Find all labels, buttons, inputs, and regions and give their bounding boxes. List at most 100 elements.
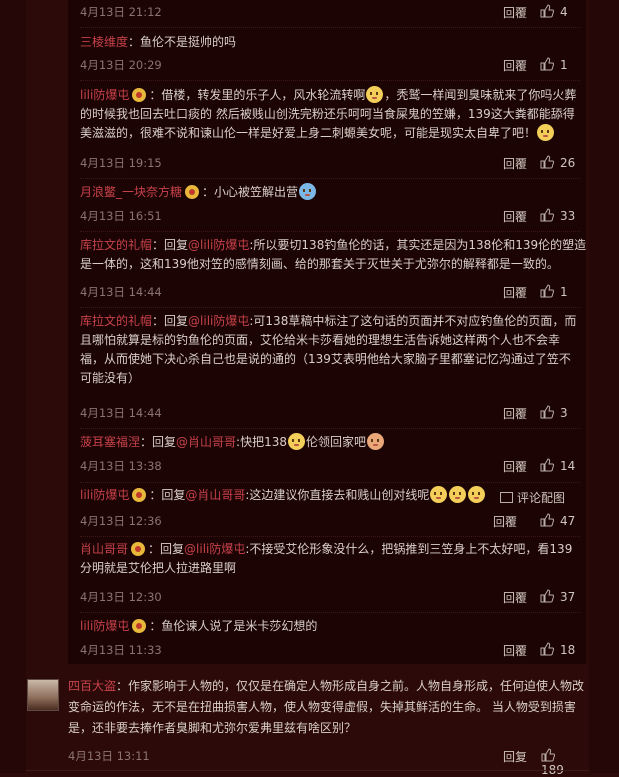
view-image-button[interactable]: 评论配图: [500, 489, 565, 506]
username-link[interactable]: 三棱维度: [80, 35, 128, 49]
reply-divider: [80, 178, 580, 179]
smiley-face-emoji-icon: [468, 486, 486, 503]
reply-divider: [80, 428, 580, 429]
smiley-face-emoji-icon: [449, 486, 467, 503]
mention-link[interactable]: @肖山哥哥: [176, 435, 236, 449]
comment-text-line: 四百大盗：作家影响于人物的，仅仅是在确定人物形成自身之前。人物自身形成，任何迫使…: [68, 676, 593, 697]
vip-badge-icon: [131, 542, 146, 556]
username-link[interactable]: 库拉文的礼帽: [80, 314, 152, 328]
thumbs-up-icon: [540, 4, 555, 18]
reply-meta: 4月13日 11:33 回覆 18: [80, 642, 580, 658]
reply-divider: [80, 612, 580, 613]
reply-button[interactable]: 回覆: [503, 284, 527, 301]
reply-button[interactable]: 回覆: [503, 458, 527, 475]
comment-text: :所以要切138钓鱼伦的话，其实还是因为138伦和139伦的塑造: [249, 238, 587, 252]
reply-text-line: 的时候我也回去吐口痰的 然后被贱山创洗完粉还乐呵呵当食屎鬼的笠嫌，139这大粪都…: [80, 105, 580, 124]
reply-button[interactable]: 回覆: [503, 589, 527, 606]
like-count: 33: [560, 209, 576, 223]
reply-meta: 4月13日 21:12 回覆 4: [80, 4, 580, 20]
page-margin-right: [589, 0, 619, 773]
reply-button[interactable]: 回覆: [503, 155, 527, 172]
thumbs-up-icon: [540, 208, 555, 222]
reply-text-line: 菠耳塞福涅：回复@肖山哥哥:快把138 伦领回家吧: [80, 433, 580, 452]
comment-text: 分明就是艾伦把人拉进路里啊: [80, 561, 237, 575]
mention-link[interactable]: @lili防爆屯: [188, 238, 249, 252]
sub-reply: 库拉文的礼帽：回复@lili防爆屯:可138草稿中标注了这句话的页面并不对应钓鱼…: [80, 312, 580, 388]
username-link[interactable]: 肖山哥哥: [80, 542, 128, 556]
reply-meta: 4月13日 16:51 回覆 33: [80, 208, 580, 224]
like-button[interactable]: 18: [540, 642, 575, 657]
reply-divider: [80, 482, 580, 483]
username-link[interactable]: lili防爆屯: [80, 488, 129, 502]
username-link[interactable]: 四百大盗: [68, 679, 116, 693]
reply-text-line: 库拉文的礼帽：回复@lili防爆屯:可138草稿中标注了这句话的页面并不对应钓鱼…: [80, 312, 580, 331]
view-image-label: 评论配图: [517, 491, 566, 505]
thumbs-up-icon: [540, 284, 555, 298]
like-button[interactable]: 37: [540, 589, 575, 604]
thumbs-up-icon: [540, 57, 555, 71]
like-button[interactable]: 26: [540, 155, 575, 170]
reply-button[interactable]: 回覆: [503, 4, 527, 21]
comment-text: ：鱼伦不是挺帅的吗: [128, 35, 237, 49]
comment-text-line: 变命运的作法，无不是在扭曲损害人物，使人物变得虚假，失掉其鲜活的生命。 当人物受…: [68, 697, 593, 718]
comment-text: ：回复: [152, 314, 189, 328]
like-button[interactable]: 3: [540, 405, 568, 420]
username-link[interactable]: 库拉文的礼帽: [80, 238, 152, 252]
thumbs-up-icon: [540, 589, 555, 603]
page-margin-left: [0, 0, 26, 773]
thumbs-up-icon: [541, 748, 556, 762]
reply-button[interactable]: 回覆: [503, 405, 527, 422]
main-comment-meta: 4月13日 13:11 回复 189: [68, 748, 568, 777]
like-button[interactable]: 1: [540, 57, 568, 72]
smiley-face-emoji-icon: [366, 86, 384, 103]
smiley-face-emoji-icon: [537, 124, 555, 141]
thumbs-up-icon: [540, 155, 555, 169]
like-button[interactable]: 4: [540, 4, 568, 19]
comment-text: ：回复: [140, 435, 177, 449]
comment-text: 伦领回家吧: [306, 435, 367, 449]
sub-reply: 菠耳塞福涅：回复@肖山哥哥:快把138 伦领回家吧: [80, 433, 580, 452]
comment-text: :可138草稿中标注了这句话的页面并不对应钓鱼伦的页面，而: [249, 314, 577, 328]
doge-face-emoji-icon: [299, 183, 317, 200]
reply-time: 4月13日 20:29: [80, 58, 162, 72]
like-button[interactable]: 47: [540, 513, 575, 528]
reply-text-line: 分明就是艾伦把人拉进路里啊: [80, 559, 580, 578]
reply-meta: 4月13日 14:44 回覆 1: [80, 284, 580, 300]
mention-link[interactable]: @肖山哥哥: [185, 488, 245, 502]
divider: [26, 770, 589, 771]
reply-text-line: 且哪怕就算是标的钓鱼伦的页面，艾伦给米卡莎看她的理想生活告诉她这样两个人也不会幸: [80, 331, 580, 350]
like-button[interactable]: 1: [540, 284, 568, 299]
like-count: 18: [560, 643, 576, 657]
reply-time: 4月13日 16:51: [80, 209, 162, 223]
reply-button[interactable]: 回复: [503, 748, 527, 765]
reply-divider: [80, 536, 580, 537]
reply-meta: 4月13日 12:30 回覆 37: [80, 589, 580, 605]
like-count: 3: [560, 406, 568, 420]
like-button[interactable]: 14: [540, 458, 575, 473]
mention-link[interactable]: @lili防爆屯: [184, 542, 245, 556]
username-link[interactable]: 月浪鳖_一块奈方糖: [80, 185, 182, 199]
like-button[interactable]: 33: [540, 208, 575, 223]
reply-meta: 4月13日 14:44 回覆 3: [80, 405, 580, 421]
sub-reply: 肖山哥哥 ：回复@lili防爆屯:不接受艾伦形象没什么，把锅推到三笠身上不太好吧，…: [80, 540, 580, 578]
comment-text: :这边建议你直接去和贱山创对线呢: [245, 488, 430, 502]
reply-button[interactable]: 回覆: [503, 642, 527, 659]
reply-divider: [80, 307, 580, 308]
reply-time: 4月13日 14:44: [80, 406, 162, 420]
commenter-avatar[interactable]: [27, 679, 59, 711]
mention-link[interactable]: @lili防爆屯: [188, 314, 249, 328]
reply-meta: 4月13日 12:36 评论配图 回覆 47: [80, 491, 580, 530]
comment-text: ：回复: [149, 488, 186, 502]
username-link[interactable]: 菠耳塞福涅: [80, 435, 140, 449]
reply-time: 4月13日 19:15: [80, 156, 162, 170]
reply-button[interactable]: 回覆: [503, 57, 527, 74]
reply-divider: [80, 231, 580, 232]
comment-text: 变命运的作法，无不是在扭曲损害人物，使人物变得虚假，失掉其鲜活的生命。 当人物受…: [68, 700, 576, 714]
thumbs-up-icon: [540, 642, 555, 656]
comment-text: ：回复: [148, 542, 185, 556]
reply-button[interactable]: 回覆: [503, 208, 527, 225]
like-count: 4: [560, 5, 568, 19]
username-link[interactable]: lili防爆屯: [80, 88, 129, 102]
reply-button[interactable]: 回覆: [493, 513, 517, 530]
username-link[interactable]: lili防爆屯: [80, 619, 129, 633]
